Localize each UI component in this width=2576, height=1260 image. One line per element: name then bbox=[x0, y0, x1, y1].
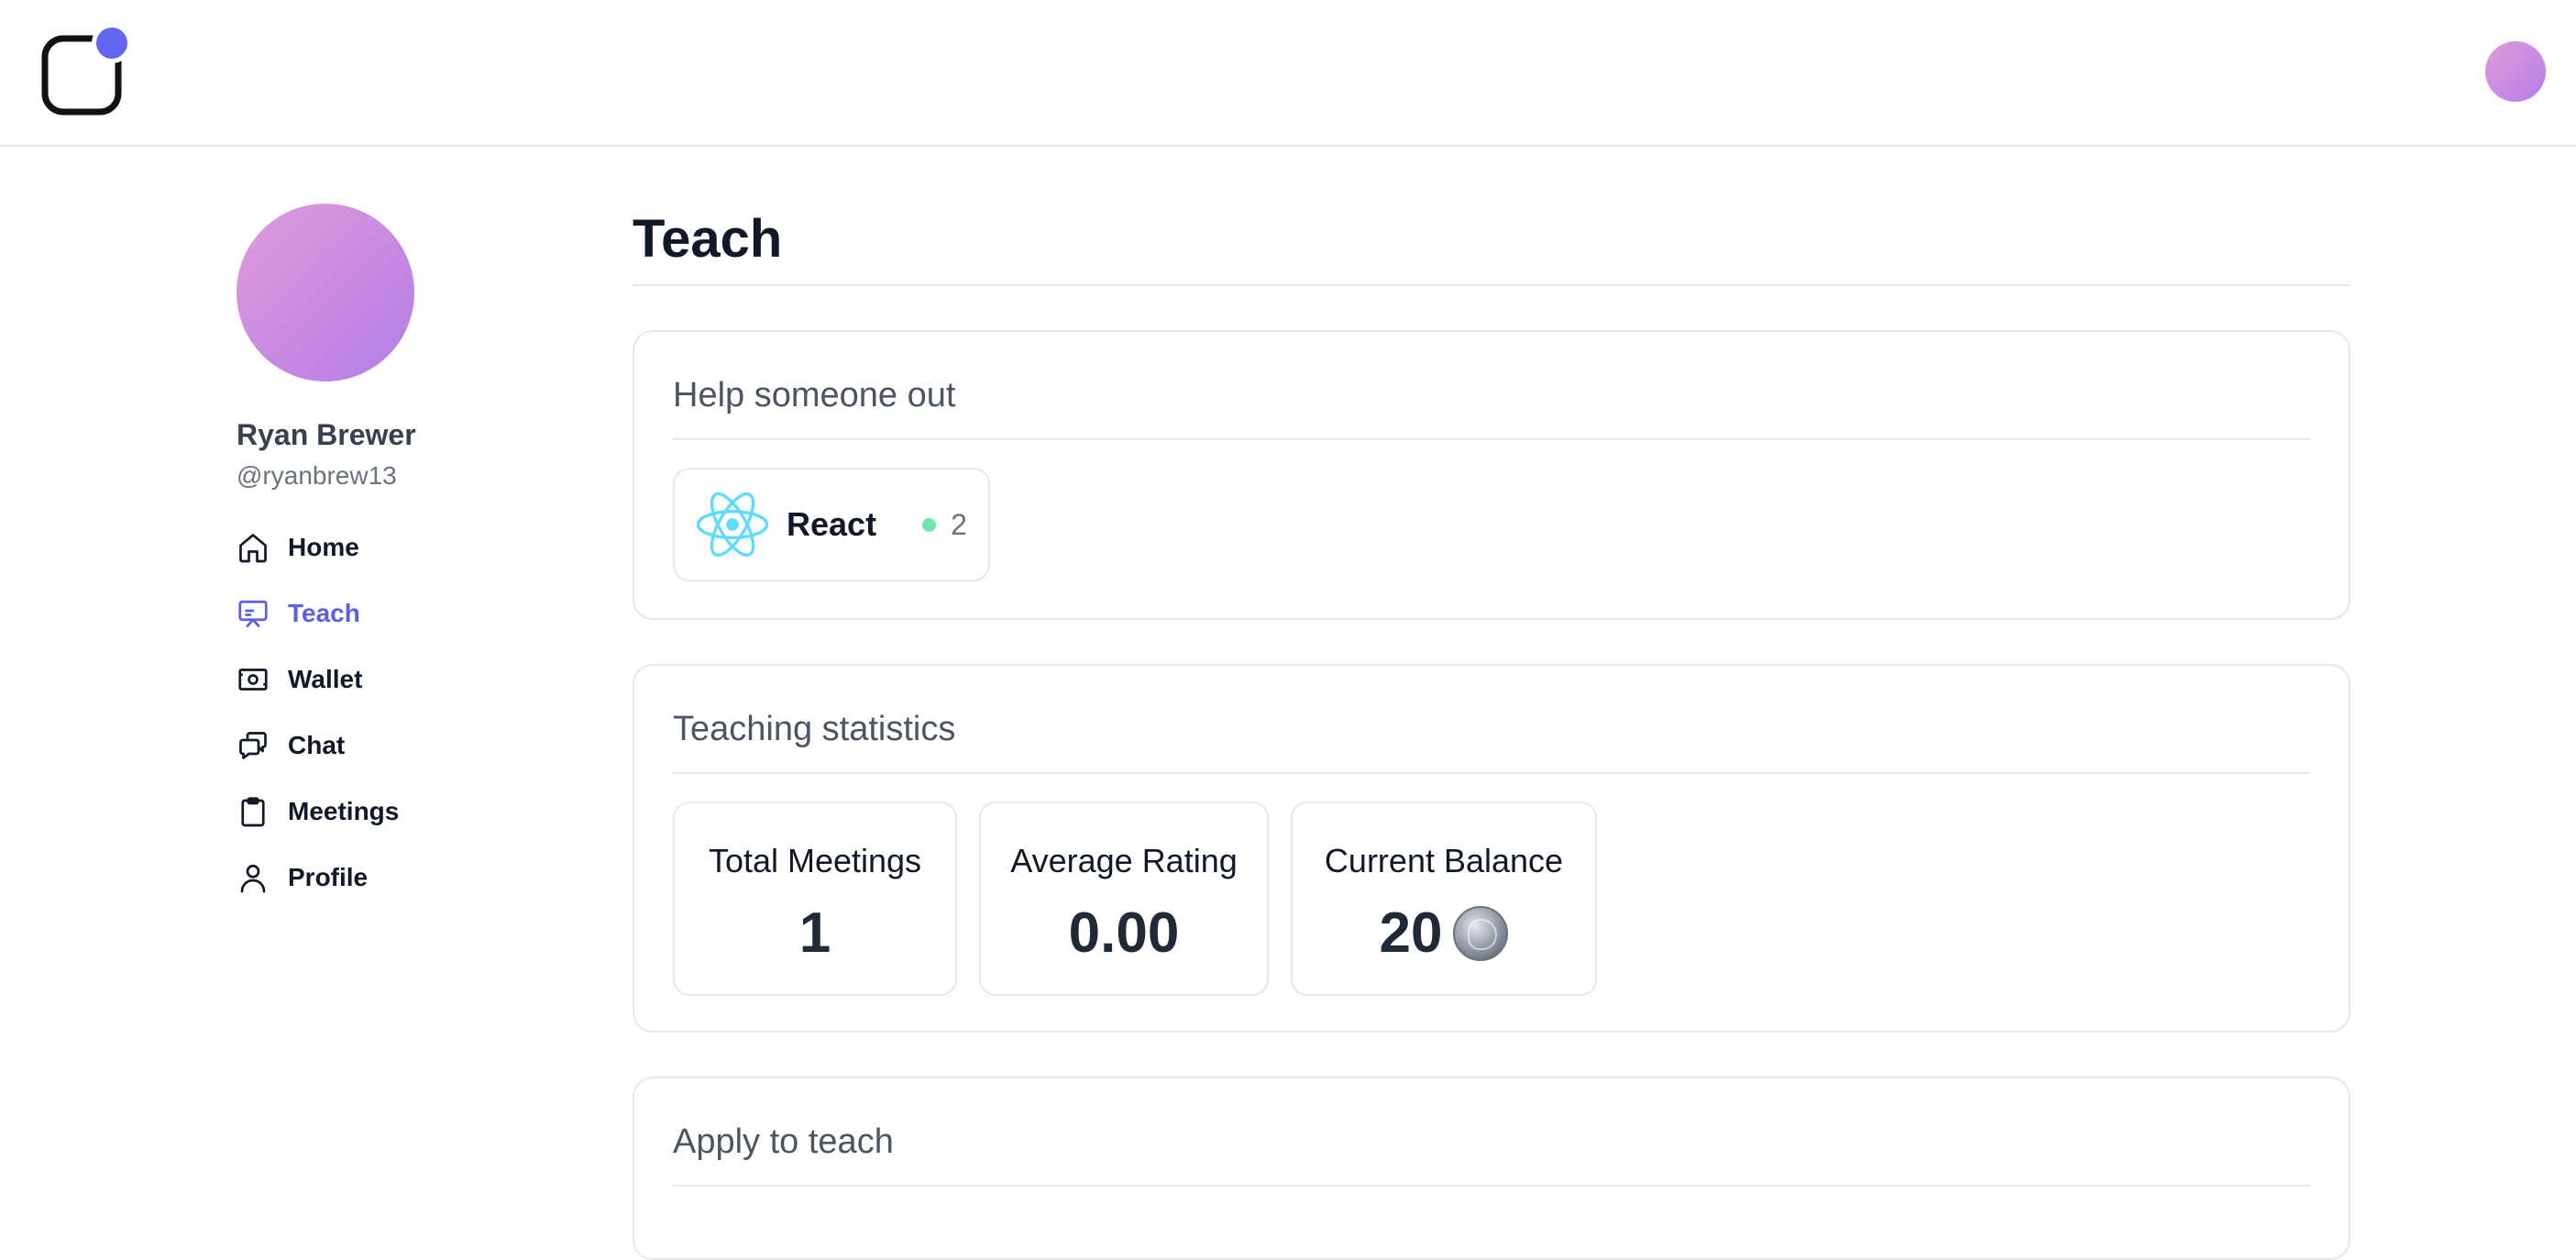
apply-card-title: Apply to teach bbox=[673, 1078, 2310, 1187]
sidebar-item-wallet[interactable]: Wallet bbox=[237, 647, 622, 713]
stat-value-text: 20 bbox=[1379, 901, 1443, 965]
chat-icon bbox=[237, 729, 270, 762]
coin-icon bbox=[1453, 905, 1509, 961]
stats-card: Teaching statistics Total Meetings 1 Ave… bbox=[633, 664, 2350, 1033]
user-handle: @ryanbrew13 bbox=[237, 461, 397, 490]
stats-card-title: Teaching statistics bbox=[673, 666, 2310, 774]
sidebar-item-home[interactable]: Home bbox=[237, 514, 622, 580]
sidebar-item-label: Profile bbox=[288, 863, 369, 891]
user-icon bbox=[237, 861, 270, 894]
stat-label: Total Meetings bbox=[708, 842, 922, 879]
top-bar bbox=[0, 0, 2576, 147]
stat-average-rating: Average Rating 0.00 bbox=[979, 801, 1269, 996]
topic-name: React bbox=[787, 505, 877, 543]
stat-total-meetings: Total Meetings 1 bbox=[673, 801, 957, 996]
sidebar-item-label: Meetings bbox=[288, 797, 400, 825]
user-name: Ryan Brewer bbox=[237, 418, 416, 451]
sidebar-item-teach[interactable]: Teach bbox=[237, 580, 622, 647]
help-card: Help someone out React 2 bbox=[633, 330, 2350, 620]
stat-value: 20 bbox=[1380, 901, 1509, 966]
sidebar-item-label: Home bbox=[288, 533, 359, 561]
sidebar-item-label: Chat bbox=[288, 731, 346, 759]
apply-card: Apply to teach bbox=[633, 1077, 2350, 1260]
react-icon bbox=[696, 492, 769, 558]
sidebar-nav: Home Teach Wallet Chat Meetings Profile bbox=[237, 514, 622, 911]
app-logo-icon[interactable] bbox=[40, 26, 136, 119]
stat-value: 1 bbox=[799, 901, 831, 966]
clipboard-icon bbox=[237, 795, 270, 828]
stat-current-balance: Current Balance 20 bbox=[1291, 801, 1597, 996]
stats-row: Total Meetings 1 Average Rating 0.00 Cur… bbox=[673, 801, 1619, 996]
stat-label: Average Rating bbox=[1010, 842, 1238, 879]
page-title: Teach bbox=[633, 204, 2350, 286]
stat-value-text: 1 bbox=[798, 901, 831, 965]
sidebar-item-label: Wallet bbox=[288, 665, 363, 693]
sidebar-item-meetings[interactable]: Meetings bbox=[237, 779, 622, 845]
profile-avatar bbox=[237, 204, 414, 381]
presentation-icon bbox=[237, 597, 270, 630]
main-content: Teach Help someone out React 2 Teaching … bbox=[633, 204, 2350, 1260]
stat-value: 0.00 bbox=[1069, 901, 1180, 966]
cash-icon bbox=[237, 663, 270, 696]
sidebar-item-chat[interactable]: Chat bbox=[237, 713, 622, 779]
status-dot bbox=[922, 517, 937, 532]
help-card-title: Help someone out bbox=[673, 332, 2310, 440]
home-icon bbox=[237, 531, 270, 564]
sidebar-item-label: Teach bbox=[288, 599, 360, 627]
stat-label: Current Balance bbox=[1324, 842, 1564, 879]
header-avatar[interactable] bbox=[2485, 41, 2546, 102]
topic-chip-react[interactable]: React 2 bbox=[673, 468, 990, 581]
sidebar: Ryan Brewer @ryanbrew13 Home Teach Walle… bbox=[237, 204, 622, 911]
stat-value-text: 0.00 bbox=[1068, 901, 1180, 965]
sidebar-item-profile[interactable]: Profile bbox=[237, 845, 622, 911]
topic-count: 2 bbox=[951, 507, 967, 541]
